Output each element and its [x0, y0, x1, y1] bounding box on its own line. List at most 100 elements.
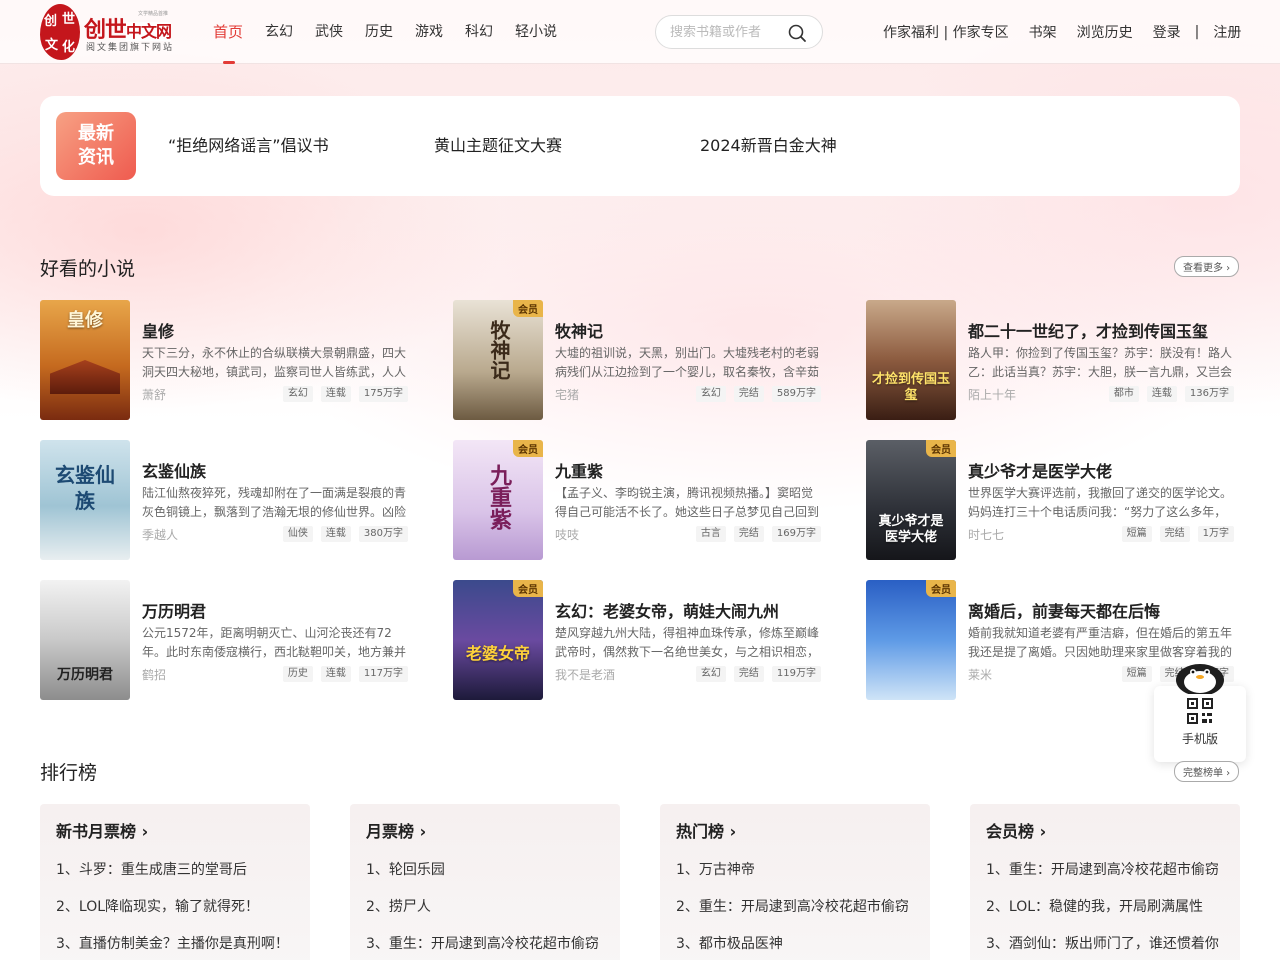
search-input[interactable]: [670, 23, 780, 41]
book-author[interactable]: 萧舒: [142, 386, 166, 403]
book-genre-tag[interactable]: 玄幻: [282, 386, 313, 402]
book-genre-tag[interactable]: 玄幻: [695, 666, 726, 682]
book-genre-tag[interactable]: 短篇: [1121, 526, 1152, 542]
news-item[interactable]: 2024新晋白金大神: [700, 132, 837, 156]
ranking-board-title[interactable]: 新书月票榜 ›: [56, 818, 148, 842]
ranking-item[interactable]: 1、重生：开局逮到高冷校花超市偷窃: [986, 852, 1219, 889]
ranking-list: 1、斗罗：重生成唐三的堂哥后 2、LOL降临现实，输了就得死！ 3、直播仿制美金…: [56, 852, 289, 960]
full-ranking-button[interactable]: 完整榜单 ›: [1174, 761, 1240, 782]
book-cover[interactable]: 会员: [866, 580, 956, 700]
logo-badge-char: 化: [62, 40, 76, 55]
book-title[interactable]: 万历明君: [142, 598, 206, 622]
cover-title: 皇修: [67, 310, 103, 331]
book-author[interactable]: 宅猪: [555, 386, 579, 403]
book-title[interactable]: 皇修: [142, 318, 174, 342]
ranking-list: 1、重生：开局逮到高冷校花超市偷窃 2、LOL：稳健的我，开局刷满属性 3、酒剑…: [986, 852, 1219, 960]
ranking-board-title[interactable]: 月票榜 ›: [366, 818, 426, 842]
bookshelf-link[interactable]: 书架: [1029, 22, 1057, 42]
book-author[interactable]: 吱吱: [555, 526, 579, 543]
view-more-label: 查看更多: [1183, 263, 1223, 274]
cover-title: 牧神记: [487, 320, 511, 380]
user-links: 作家福利 | 作家专区 书架 浏览历史 登录 | 注册: [883, 0, 1261, 64]
ranking-item[interactable]: 1、轮回乐园: [366, 852, 599, 889]
book-genre-tag[interactable]: 玄幻: [695, 386, 726, 402]
book-genre-tag[interactable]: 短篇: [1121, 666, 1152, 682]
book-cover[interactable]: 万历明君: [40, 580, 130, 700]
ranking-item[interactable]: 3、都市极品医神: [676, 926, 909, 960]
nav-item-xuanhuan[interactable]: 玄幻: [265, 0, 293, 64]
ranking-item[interactable]: 2、重生：开局逮到高冷校花超市偷窃: [676, 889, 909, 926]
news-item[interactable]: “拒绝网络谣言”倡议书: [168, 132, 329, 156]
book-title[interactable]: 都二十一世纪了，才捡到传国玉玺: [968, 318, 1208, 342]
book-card[interactable]: 才捡到传国玉玺 都二十一世纪了，才捡到传国玉玺 路人甲：你捡到了传国玉玺？苏宇：…: [866, 300, 1236, 420]
ranking-board-title[interactable]: 热门榜 ›: [676, 818, 736, 842]
book-card[interactable]: 老婆女帝 会员 玄幻：老婆女帝，萌娃大闹九州 楚风穿越九州大陆，得祖神血珠传承，…: [453, 580, 823, 700]
logo-badge: 创 世 文 化: [40, 4, 80, 60]
view-more-button[interactable]: 查看更多 ›: [1174, 256, 1240, 277]
book-genre-tag[interactable]: 古言: [695, 526, 726, 542]
book-author[interactable]: 莱米: [968, 666, 992, 683]
register-link[interactable]: 注册: [1213, 22, 1241, 42]
book-cover[interactable]: 皇修: [40, 300, 130, 420]
ranking-item[interactable]: 2、捞尸人: [366, 889, 599, 926]
book-cover[interactable]: 九重紫 会员: [453, 440, 543, 560]
book-title[interactable]: 九重紫: [555, 458, 603, 482]
book-cover[interactable]: 真少爷才是医学大佬 会员: [866, 440, 956, 560]
book-author[interactable]: 时七七: [968, 526, 1004, 543]
book-author[interactable]: 陌上十年: [968, 386, 1016, 403]
nav-item-game[interactable]: 游戏: [415, 0, 443, 64]
penguin-mascot-icon: [1176, 664, 1224, 694]
nav-item-history[interactable]: 历史: [365, 0, 393, 64]
nav-item-scifi[interactable]: 科幻: [465, 0, 493, 64]
ranking-item[interactable]: 3、酒剑仙：叛出师门了，谁还惯着你: [986, 926, 1219, 960]
book-title[interactable]: 玄鉴仙族: [142, 458, 206, 482]
site-logo[interactable]: 创 世 文 化 创世中文网 文学精品首推 阅文集团旗下网站: [40, 4, 188, 60]
book-cover[interactable]: 玄鉴仙族: [40, 440, 130, 560]
book-card[interactable]: 真少爷才是医学大佬 会员 真少爷才是医学大佬 世界医学大赛评选前，我撤回了递交的…: [866, 440, 1236, 560]
book-card[interactable]: 万历明君 万历明君 公元1572年，距离明朝灭亡、山河沦丧还有72年。此时东南倭…: [40, 580, 410, 700]
book-cover[interactable]: 才捡到传国玉玺: [866, 300, 956, 420]
book-author[interactable]: 我不是老酒: [555, 666, 615, 683]
ranking-item[interactable]: 1、斗罗：重生成唐三的堂哥后: [56, 852, 289, 889]
section-title-ranking: 排行榜: [40, 762, 98, 784]
nav-item-light-novel[interactable]: 轻小说: [515, 0, 557, 64]
login-link[interactable]: 登录: [1153, 22, 1181, 42]
book-description: 公元1572年，距离明朝灭亡、山河沦丧还有72年。此时东南倭寇横行，西北鞑靼叩关…: [142, 626, 407, 659]
book-description: 楚风穿越九州大陆，得祖神血珠传承，修炼至巅峰武帝时，偶然救下一名绝世美女，与之相…: [555, 626, 820, 659]
book-genre-tag[interactable]: 历史: [282, 666, 313, 682]
book-cover[interactable]: 牧神记 会员: [453, 300, 543, 420]
history-link[interactable]: 浏览历史: [1077, 22, 1133, 42]
ranking-board-title[interactable]: 会员榜 ›: [986, 818, 1046, 842]
vip-badge: 会员: [926, 580, 956, 597]
book-card[interactable]: 九重紫 会员 九重紫 【孟子义、李昀锐主演，腾讯视频热播。】窦昭觉得自己可能活不…: [453, 440, 823, 560]
qr-code-icon: [1187, 698, 1213, 724]
book-title[interactable]: 离婚后，前妻每天都在后悔: [968, 598, 1160, 622]
nav-item-wuxia[interactable]: 武侠: [315, 0, 343, 64]
news-item[interactable]: 黄山主题征文大赛: [434, 132, 562, 156]
book-title[interactable]: 真少爷才是医学大佬: [968, 458, 1112, 482]
logo-suffix-text: 中文网: [126, 22, 172, 41]
ranking-item[interactable]: 1、万古神帝: [676, 852, 909, 889]
book-card[interactable]: 牧神记 会员 牧神记 大墟的祖训说，天黑，别出门。大墟残老村的老弱病残们从江边捡…: [453, 300, 823, 420]
book-title[interactable]: 玄幻：老婆女帝，萌娃大闹九州: [555, 598, 779, 622]
book-author[interactable]: 季越人: [142, 526, 178, 543]
ranking-item[interactable]: 3、直播仿制美金？主播你是真刑啊！: [56, 926, 289, 960]
book-author[interactable]: 鹤招: [142, 666, 166, 683]
ranking-item[interactable]: 2、LOL：稳健的我，开局刷满属性: [986, 889, 1219, 926]
book-cover[interactable]: 老婆女帝 会员: [453, 580, 543, 700]
book-genre-tag[interactable]: 仙侠: [282, 526, 313, 542]
book-wordcount-tag: 169万字: [771, 526, 821, 542]
book-genre-tag[interactable]: 都市: [1108, 386, 1139, 402]
book-wordcount-tag: 589万字: [771, 386, 821, 402]
author-welfare-link[interactable]: 作家福利 | 作家专区: [883, 22, 1009, 42]
news-badge: 最新 资讯: [56, 112, 136, 180]
mobile-version-widget[interactable]: 手机版: [1154, 686, 1246, 762]
search-icon[interactable]: [787, 23, 807, 43]
book-card[interactable]: 皇修 皇修 天下三分，永不休止的合纵联横大景朝鼎盛，四大洞天四大秘地，镇武司，监…: [40, 300, 410, 420]
ranking-item[interactable]: 3、重生：开局逮到高冷校花超市偷窃: [366, 926, 599, 960]
nav-item-home[interactable]: 首页: [213, 0, 243, 64]
book-card[interactable]: 玄鉴仙族 玄鉴仙族 陆江仙熬夜猝死，残魂却附在了一面满是裂痕的青灰色铜镜上，飘落…: [40, 440, 410, 560]
ranking-item[interactable]: 2、LOL降临现实，输了就得死！: [56, 889, 289, 926]
book-title[interactable]: 牧神记: [555, 318, 603, 342]
cover-title: 真少爷才是医学大佬: [878, 514, 944, 545]
